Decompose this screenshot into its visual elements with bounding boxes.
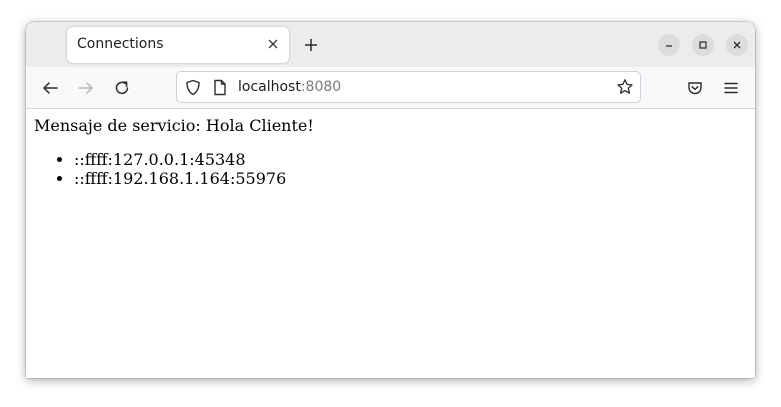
tracking-protection-button[interactable]	[185, 79, 201, 100]
browser-window: Connections localhost:8080 Mensaje de se…	[26, 22, 755, 378]
arrow-left-icon	[43, 82, 58, 94]
close-icon	[733, 41, 741, 49]
plus-icon	[305, 39, 317, 51]
back-button[interactable]	[38, 76, 62, 100]
maximize-button[interactable]	[692, 34, 714, 56]
tab-close-button[interactable]	[263, 34, 283, 54]
list-item: ::ffff:127.0.0.1:45348	[74, 150, 286, 169]
close-icon	[268, 39, 278, 49]
connections-list: ::ffff:127.0.0.1:45348 ::ffff:192.168.1.…	[34, 150, 286, 188]
list-item: ::ffff:192.168.1.164:55976	[74, 169, 286, 188]
maximize-icon	[699, 41, 707, 49]
site-info-button[interactable]	[213, 79, 227, 100]
minimize-button[interactable]	[658, 34, 680, 56]
star-icon	[617, 79, 633, 94]
tab-connections[interactable]: Connections	[67, 27, 289, 63]
shield-icon	[186, 79, 200, 96]
navigation-toolbar: localhost:8080	[26, 67, 755, 109]
tab-title: Connections	[77, 36, 164, 52]
minimize-icon	[666, 45, 672, 47]
app-menu-button[interactable]	[719, 76, 743, 100]
page-content: Mensaje de servicio: Hola Cliente! ::fff…	[26, 109, 755, 378]
url-host: localhost	[238, 79, 301, 95]
address-bar[interactable]: localhost:8080	[176, 71, 641, 103]
arrow-right-icon	[78, 82, 93, 94]
reload-icon	[115, 81, 129, 95]
pocket-icon	[688, 82, 702, 95]
new-tab-button[interactable]	[300, 34, 322, 56]
page-icon	[214, 79, 226, 96]
bookmark-button[interactable]	[616, 78, 634, 100]
url-port: :8080	[300, 79, 342, 95]
url-text[interactable]: localhost:8080	[238, 79, 341, 95]
forward-button[interactable]	[74, 76, 98, 100]
hamburger-menu-icon	[724, 82, 738, 94]
close-window-button[interactable]	[726, 34, 748, 56]
pocket-button[interactable]	[683, 76, 707, 100]
service-message: Mensaje de servicio: Hola Cliente!	[34, 116, 314, 135]
reload-button[interactable]	[110, 76, 134, 100]
tab-bar: Connections	[26, 22, 755, 67]
